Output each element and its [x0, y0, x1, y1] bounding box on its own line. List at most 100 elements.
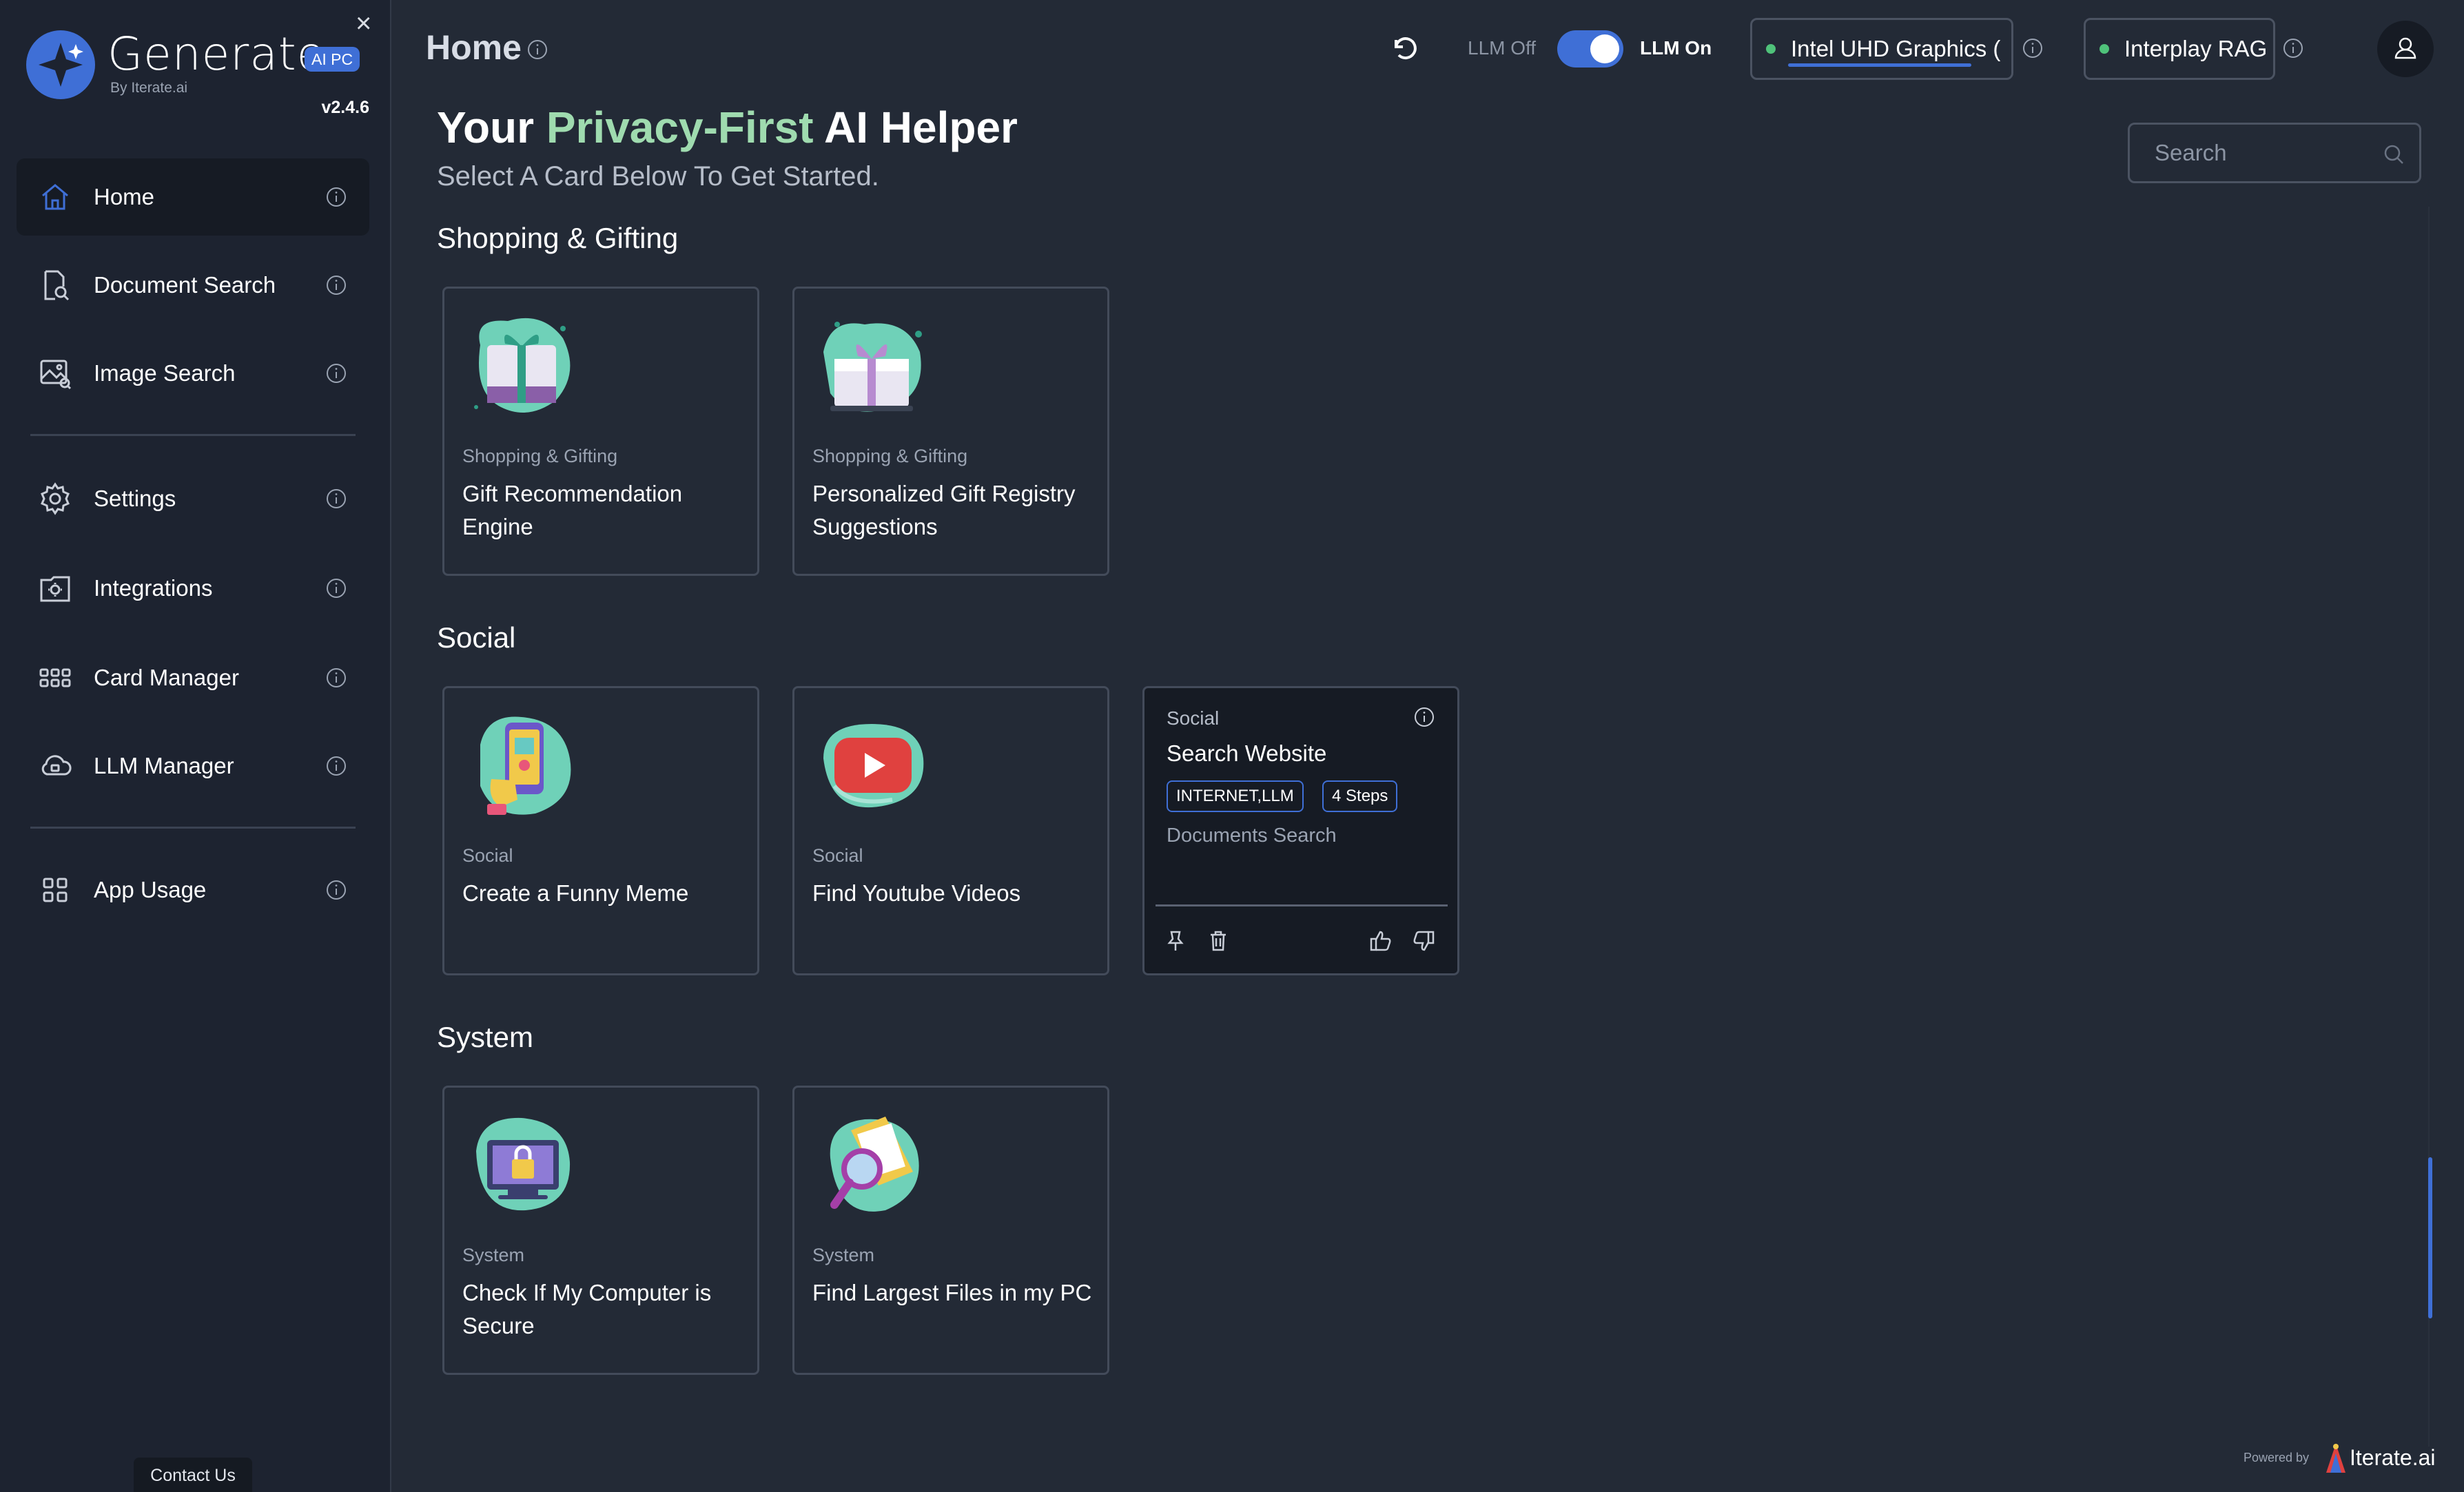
computer-lock-illustration-icon [460, 1103, 584, 1227]
card-gift-registry[interactable]: Shopping & Gifting Personalized Gift Reg… [792, 287, 1109, 576]
grid-icon [37, 660, 73, 696]
info-icon[interactable] [325, 667, 347, 689]
page-title: Home [426, 28, 522, 67]
rag-label: Interplay RAG [2124, 36, 2268, 61]
sidebar-item-home[interactable]: Home [17, 158, 369, 236]
gift-box-illustration-icon [810, 304, 934, 428]
iterate-logo-icon [2322, 1441, 2350, 1475]
card-largest-files[interactable]: System Find Largest Files in my PC [792, 1086, 1109, 1375]
brand-byline: By Iterate.ai [110, 80, 188, 96]
document-search-icon [37, 267, 73, 303]
status-dot [1766, 44, 1776, 54]
rag-selector[interactable]: Interplay RAG [2084, 18, 2275, 80]
status-dot [2099, 44, 2109, 54]
trash-icon[interactable] [1205, 928, 1231, 954]
llm-off-label: LLM Off [1468, 37, 1537, 59]
cloud-chip-icon [37, 748, 73, 784]
sidebar-item-integrations[interactable]: Integrations [17, 550, 369, 627]
contact-us-button[interactable]: Contact Us [134, 1458, 252, 1492]
section-title-social: Social [437, 621, 516, 654]
sidebar-item-label: Image Search [94, 360, 236, 386]
card-funny-meme[interactable]: Social Create a Funny Meme [442, 686, 759, 975]
sidebar-item-label: Integrations [94, 575, 213, 601]
pin-icon[interactable] [1162, 928, 1189, 954]
brand-name: Generate [107, 28, 326, 81]
thumbs-up-icon[interactable] [1368, 928, 1394, 954]
info-icon[interactable] [325, 755, 347, 777]
sidebar-item-label: LLM Manager [94, 753, 234, 778]
info-icon[interactable] [2022, 37, 2044, 59]
info-icon[interactable] [2282, 37, 2304, 59]
sidebar-divider [30, 434, 356, 436]
card-gift-recommendation[interactable]: Shopping & Gifting Gift Recommendation E… [442, 287, 759, 576]
sidebar: Generate AI PC By Iterate.ai × v2.4.6 Ho… [0, 0, 391, 1492]
hero-pre: Your [437, 103, 535, 152]
info-icon[interactable] [325, 362, 347, 384]
thumbs-down-icon[interactable] [1410, 928, 1437, 954]
card-category: System [812, 1245, 875, 1265]
card-category: System [462, 1245, 525, 1265]
search-box [2128, 123, 2421, 183]
llm-toggle[interactable] [1557, 30, 1623, 68]
card-title: Gift Recommendation Engine [462, 481, 683, 539]
card-title: Personalized Gift Registry Suggestions [812, 481, 1076, 539]
sidebar-item-app-usage[interactable]: App Usage [17, 851, 369, 929]
sidebar-item-settings[interactable]: Settings [17, 460, 369, 537]
llm-on-label: LLM On [1640, 37, 1712, 59]
gear-icon [37, 481, 73, 517]
card-youtube-videos[interactable]: Social Find Youtube Videos [792, 686, 1109, 975]
card-category: Shopping & Gifting [462, 446, 618, 466]
info-icon[interactable] [325, 186, 347, 208]
refresh-icon[interactable] [1388, 32, 1421, 65]
info-icon[interactable] [325, 577, 347, 599]
card-title: Check If My Computer is Secure [462, 1280, 712, 1338]
sidebar-item-label: Home [94, 184, 155, 209]
scrollbar-thumb[interactable] [2428, 1157, 2432, 1318]
sidebar-item-label: Settings [94, 486, 176, 511]
card-tag-integrations: INTERNET,LLM [1167, 780, 1304, 812]
info-icon[interactable] [325, 488, 347, 510]
file-magnifier-illustration-icon [810, 1103, 934, 1227]
iterate-brand: Iterate.ai [2350, 1445, 2436, 1470]
search-input[interactable] [2130, 125, 2419, 181]
sparkle-logo-icon [26, 30, 95, 99]
apps-icon [37, 872, 73, 908]
card-category: Social [812, 845, 863, 866]
sidebar-item-label: Document Search [94, 272, 276, 298]
search-icon[interactable] [2381, 141, 2408, 169]
section-title-shopping: Shopping & Gifting [437, 222, 679, 254]
sidebar-item-card-manager[interactable]: Card Manager [17, 639, 369, 716]
hero-accent: Privacy-First [546, 103, 814, 152]
card-title: Create a Funny Meme [462, 880, 689, 906]
gpu-underline [1788, 63, 1971, 67]
sidebar-item-document-search[interactable]: Document Search [17, 247, 369, 324]
app-logo: Generate AI PC By Iterate.ai [26, 28, 371, 124]
card-divider [1156, 904, 1448, 906]
card-title: Search Website [1167, 740, 1327, 766]
info-icon[interactable] [526, 39, 548, 61]
info-icon[interactable] [325, 879, 347, 901]
card-category: Social [462, 845, 513, 866]
home-icon [37, 179, 73, 215]
sidebar-item-label: App Usage [94, 877, 207, 902]
info-icon[interactable] [325, 274, 347, 296]
integrations-icon [37, 570, 73, 606]
gpu-selector[interactable]: Intel UHD Graphics ( [1750, 18, 2013, 80]
card-tag-steps: 4 Steps [1322, 780, 1398, 812]
user-avatar-button[interactable] [2377, 21, 2434, 77]
info-icon[interactable] [1413, 706, 1435, 728]
sidebar-item-llm-manager[interactable]: LLM Manager [17, 727, 369, 805]
sidebar-divider [30, 827, 356, 829]
youtube-play-illustration-icon [810, 703, 934, 827]
close-sidebar-button[interactable]: × [356, 10, 371, 37]
card-computer-secure[interactable]: System Check If My Computer is Secure [442, 1086, 759, 1375]
hero-post: AI Helper [823, 103, 1018, 152]
gpu-label: Intel UHD Graphics ( [1791, 36, 2001, 61]
card-title: Find Largest Files in my PC [812, 1280, 1092, 1305]
brand-badge: AI PC [305, 47, 360, 72]
card-search-website[interactable]: Social Search Website INTERNET,LLM 4 Ste… [1142, 686, 1459, 975]
card-subtitle: Documents Search [1167, 825, 1337, 847]
card-category: Social [1167, 707, 1220, 729]
hero-subtitle: Select A Card Below To Get Started. [437, 161, 879, 191]
sidebar-item-image-search[interactable]: Image Search [17, 335, 369, 412]
